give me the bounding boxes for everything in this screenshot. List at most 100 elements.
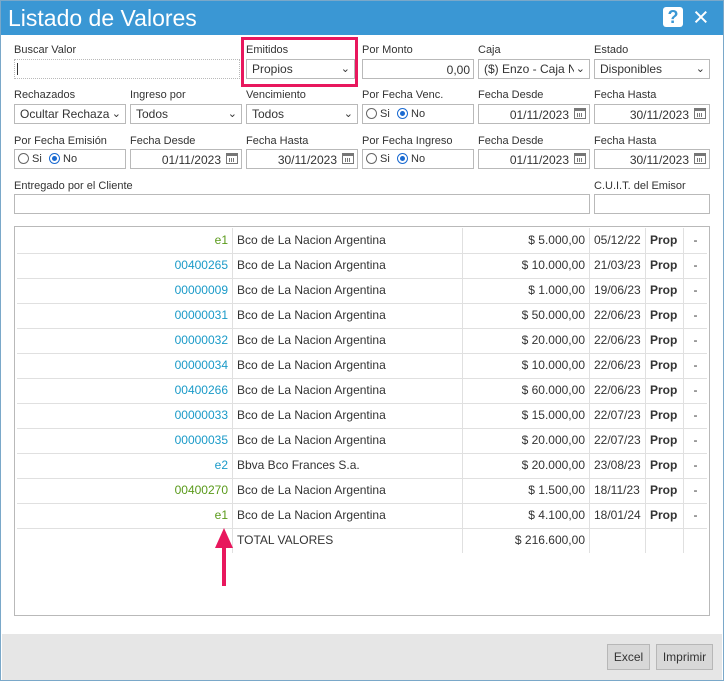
valores-table: e1 Bco de La Nacion Argentina $ 5.000,00 05… — [14, 226, 710, 616]
valor-tipo: Prop — [646, 478, 684, 503]
fecha-desde-ingreso-input[interactable]: 01/11/2023 — [478, 149, 590, 169]
valor-numero: e1 — [17, 228, 233, 253]
valor-importe: $ 1.000,00 — [463, 278, 590, 303]
valor-fecha: 22/06/23 — [590, 303, 646, 328]
valor-numero: 00000034 — [17, 353, 233, 378]
valor-banco: Bco de La Nacion Argentina — [233, 478, 463, 503]
valor-extra: - — [693, 258, 698, 272]
total-label: TOTAL VALORES — [233, 528, 463, 553]
calendar-icon[interactable] — [574, 108, 586, 119]
table-row[interactable]: 00000033 Bco de La Nacion Argentina $ 15.0… — [17, 403, 707, 429]
radio-si-label: Si — [32, 153, 42, 165]
calendar-icon[interactable] — [342, 153, 354, 164]
valor-fecha: 05/12/22 — [590, 228, 646, 253]
table-row[interactable]: 00000032 Bco de La Nacion Argentina $ 20.0… — [17, 328, 707, 354]
fecha-desde-emision-input[interactable]: 01/11/2023 — [130, 149, 242, 169]
valor-importe: $ 20.000,00 — [463, 453, 590, 478]
total-empty — [17, 528, 233, 553]
table-row[interactable]: e1 Bco de La Nacion Argentina $ 5.000,00 05… — [17, 228, 707, 254]
rechazados-select[interactable]: Ocultar Rechaza ⌄ — [14, 104, 126, 124]
fecha-hasta-emision-input[interactable]: 30/11/2023 — [246, 149, 358, 169]
buscar-valor-input[interactable] — [14, 59, 240, 79]
radio-no[interactable] — [397, 108, 408, 119]
valor-tipo: Prop — [646, 453, 684, 478]
valor-fecha: 22/06/23 — [590, 353, 646, 378]
radio-si[interactable] — [18, 153, 29, 164]
fecha-desde-label: Fecha Desde — [478, 89, 544, 101]
table-row[interactable]: 00000035 Bco de La Nacion Argentina $ 20.0… — [17, 428, 707, 454]
fecha-hasta-label: Fecha Hasta — [594, 135, 657, 147]
caja-label: Caja — [478, 44, 501, 56]
radio-si[interactable] — [366, 108, 377, 119]
vencimiento-value: Todos — [252, 107, 285, 121]
por-monto-label: Por Monto — [362, 44, 413, 56]
valor-banco: Bco de La Nacion Argentina — [233, 253, 463, 278]
valor-numero: 00400266 — [17, 378, 233, 403]
calendar-icon[interactable] — [694, 108, 706, 119]
valor-importe: $ 60.000,00 — [463, 378, 590, 403]
valor-importe: $ 10.000,00 — [463, 253, 590, 278]
entregado-cliente-label: Entregado por el Cliente — [14, 180, 133, 192]
valor-importe: $ 20.000,00 — [463, 428, 590, 453]
table-row[interactable]: 00400265 Bco de La Nacion Argentina $ 10.0… — [17, 253, 707, 279]
radio-no[interactable] — [397, 153, 408, 164]
radio-si[interactable] — [366, 153, 377, 164]
fecha-desde-label: Fecha Desde — [130, 135, 196, 147]
valor-banco: Bco de La Nacion Argentina — [233, 403, 463, 428]
table-row[interactable]: e1 Bco de La Nacion Argentina $ 4.100,00 18… — [17, 503, 707, 529]
fecha-desde-label: Fecha Desde — [478, 135, 544, 147]
fecha-desde-venc-input[interactable]: 01/11/2023 — [478, 104, 590, 124]
valor-extra: - — [693, 508, 698, 522]
calendar-icon[interactable] — [694, 153, 706, 164]
valor-extra: - — [693, 308, 698, 322]
pointer-arrow-icon — [215, 528, 233, 586]
close-icon[interactable]: × — [693, 2, 709, 32]
fecha-hasta-venc-input[interactable]: 30/11/2023 — [594, 104, 710, 124]
estado-select[interactable]: Disponibles ⌄ — [594, 59, 710, 79]
estado-label: Estado — [594, 44, 629, 56]
table-row[interactable]: 00400266 Bco de La Nacion Argentina $ 60.0… — [17, 378, 707, 404]
valor-extra: - — [693, 383, 698, 397]
entregado-cliente-input[interactable] — [14, 194, 590, 214]
imprimir-button[interactable]: Imprimir — [656, 644, 713, 670]
cuit-emisor-input[interactable] — [594, 194, 710, 214]
calendar-icon[interactable] — [226, 153, 238, 164]
calendar-icon[interactable] — [574, 153, 586, 164]
ingreso-por-value: Todos — [136, 107, 169, 121]
fecha-desde-value: 01/11/2023 — [161, 153, 221, 167]
valor-fecha: 19/06/23 — [590, 278, 646, 303]
estado-value: Disponibles — [600, 62, 663, 76]
valor-banco: Bco de La Nacion Argentina — [233, 378, 463, 403]
radio-no-label: No — [411, 108, 426, 120]
vencimiento-label: Vencimiento — [246, 89, 306, 101]
valor-extra: - — [693, 408, 698, 422]
fecha-hasta-value: 30/11/2023 — [629, 108, 689, 122]
listado-valores-dialog: Listado de Valores ? × Buscar Valor Emit… — [0, 0, 724, 681]
total-empty — [684, 528, 707, 553]
table-row[interactable]: 00000031 Bco de La Nacion Argentina $ 50.0… — [17, 303, 707, 329]
excel-button[interactable]: Excel — [607, 644, 650, 670]
vencimiento-select[interactable]: Todos ⌄ — [246, 104, 358, 124]
chevron-down-icon: ⌄ — [341, 105, 353, 123]
radio-no[interactable] — [49, 153, 60, 164]
caja-select[interactable]: ($) Enzo - Caja N ⌄ — [478, 59, 590, 79]
help-icon[interactable]: ? — [663, 7, 683, 27]
table-row[interactable]: 00000034 Bco de La Nacion Argentina $ 10.0… — [17, 353, 707, 379]
table-row[interactable]: e2 Bbva Bco Frances S.a. $ 20.000,00 23/08/… — [17, 453, 707, 479]
table-row[interactable]: 00400270 Bco de La Nacion Argentina $ 1.50… — [17, 478, 707, 504]
por-fecha-ingreso-label: Por Fecha Ingreso — [362, 135, 453, 147]
valor-banco: Bco de La Nacion Argentina — [233, 328, 463, 353]
fecha-hasta-ingreso-input[interactable]: 30/11/2023 — [594, 149, 710, 169]
ingreso-por-select[interactable]: Todos ⌄ — [130, 104, 242, 124]
por-fecha-venc-label: Por Fecha Venc. — [362, 89, 444, 101]
valor-fecha: 18/01/24 — [590, 503, 646, 528]
valor-fecha: 23/08/23 — [590, 453, 646, 478]
valor-fecha: 22/07/23 — [590, 428, 646, 453]
por-monto-input[interactable]: 0,00 — [362, 59, 474, 79]
cuit-emisor-label: C.U.I.T. del Emisor — [594, 180, 686, 192]
valor-tipo: Prop — [646, 278, 684, 303]
table-row[interactable]: 00000009 Bco de La Nacion Argentina $ 1.00… — [17, 278, 707, 304]
valor-banco: Bco de La Nacion Argentina — [233, 228, 463, 253]
valor-numero: 00000031 — [17, 303, 233, 328]
valor-fecha: 22/06/23 — [590, 378, 646, 403]
